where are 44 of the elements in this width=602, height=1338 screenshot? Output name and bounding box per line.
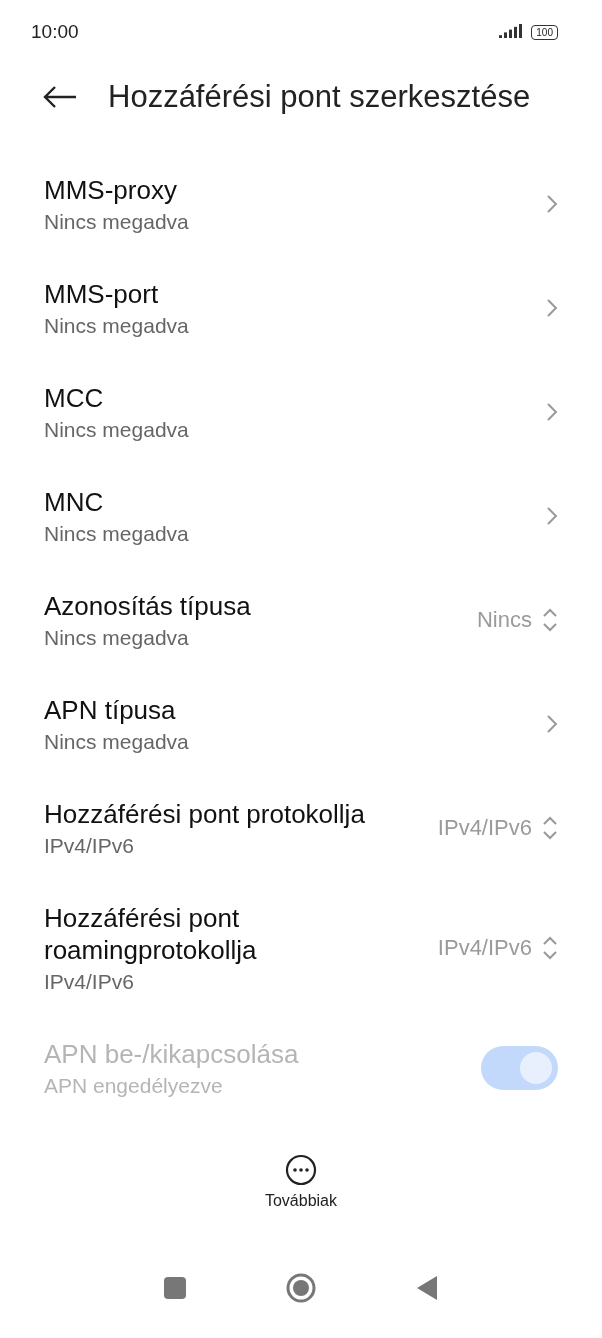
clock: 10:00 [31,21,79,43]
value-dropdown[interactable]: Nincs [477,607,558,633]
recents-button[interactable] [164,1277,186,1299]
home-button[interactable] [286,1273,316,1303]
chevron-right-icon [546,714,558,734]
setting-subtitle: Nincs megadva [44,210,190,234]
setting-title: APN be-/kikapcsolása [44,1038,300,1070]
up-down-icon [542,936,558,960]
more-icon [285,1154,317,1186]
setting-title: MMS-port [44,278,160,310]
battery-indicator: 100 [531,24,558,40]
setting-title: APN típusa [44,694,177,726]
setting-title: MCC [44,382,105,414]
page-title: Hozzáférési pont szerkesztése [108,79,531,115]
open-button[interactable] [546,714,558,734]
back-button[interactable] [42,85,78,109]
setting-subtitle: Nincs megadva [44,626,190,650]
open-button[interactable] [546,506,558,526]
chevron-right-icon [546,298,558,318]
chevron-right-icon [546,194,558,214]
chevron-right-icon [546,506,558,526]
setting-subtitle: Nincs megadva [44,314,190,338]
setting-subtitle: APN engedélyezve [44,1074,224,1098]
setting-subtitle: Nincs megadva [44,418,190,442]
value-dropdown[interactable]: IPv4/IPv6 [437,935,558,961]
chevron-right-icon [546,402,558,422]
open-button[interactable] [546,194,558,214]
setting-title: Hozzáférési pont roamingprotokollja [44,902,258,966]
back-nav-button[interactable] [416,1275,438,1301]
setting-title: MMS-proxy [44,174,178,206]
signal-icon [499,24,524,40]
setting-subtitle: IPv4/IPv6 [44,970,135,994]
up-down-icon [542,608,558,632]
setting-subtitle: Nincs megadva [44,730,190,754]
more-button[interactable]: Továbbiak [264,1154,337,1210]
setting-title: Hozzáférési pont protokollja [44,798,366,830]
value-dropdown[interactable]: IPv4/IPv6 [437,815,558,841]
setting-title: Azonosítás típusa [44,590,252,622]
up-down-icon [542,816,558,840]
setting-subtitle: IPv4/IPv6 [44,834,135,858]
open-button[interactable] [546,402,558,422]
setting-subtitle: Nincs megadva [44,522,190,546]
setting-title: MNC [44,486,105,518]
open-button[interactable] [546,298,558,318]
